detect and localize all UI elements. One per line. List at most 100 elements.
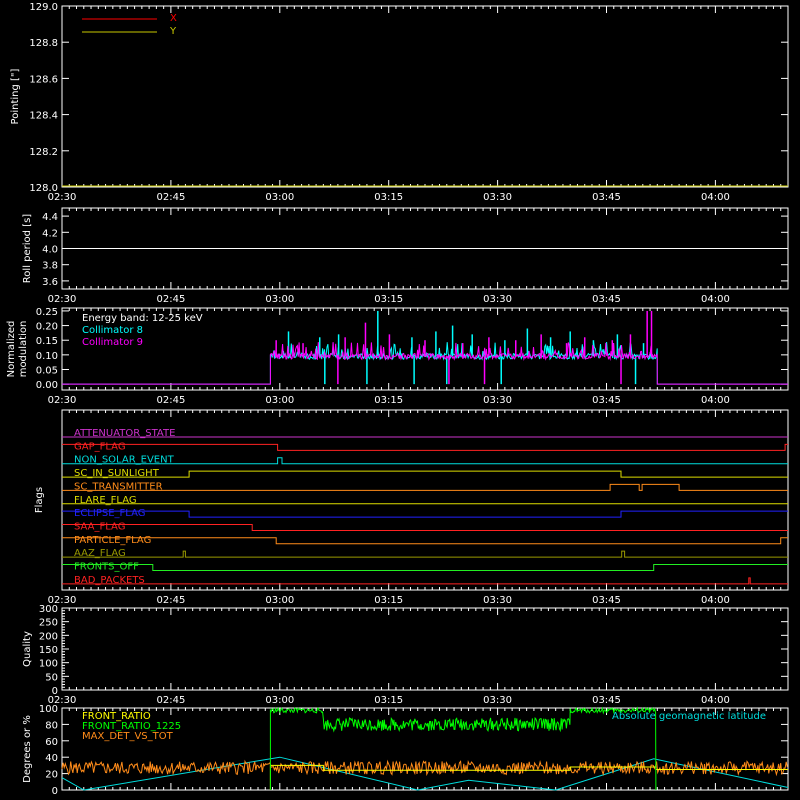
front-ratio-series	[269, 764, 788, 790]
flag-label: SC_TRANSMITTER	[74, 481, 163, 492]
roll-xtick-label: 04:00	[701, 294, 730, 305]
flag-line-particle_flag	[62, 537, 788, 545]
flag-line-aaz_flag	[62, 550, 788, 558]
flag-label: ECLIPSE_FLAG	[74, 508, 145, 519]
y-axis-label: Flags	[34, 487, 45, 513]
flag-label: ATTENUATOR_STATE	[74, 428, 175, 439]
modulation-xtick-label: 02:45	[156, 395, 185, 406]
pointing-ytick-label: 128.2	[29, 147, 58, 158]
y-axis-label: modulation	[18, 321, 29, 378]
modulation-xtick-label: 03:30	[483, 395, 512, 406]
flag-line-eclipse_flag	[62, 510, 788, 518]
modulation-ytick-label: 0.15	[36, 336, 58, 347]
flag-label: SC_IN_SUNLIGHT	[74, 468, 160, 479]
modulation-xtick-label: 03:00	[265, 395, 294, 406]
flag-label: FRONTS_OFF	[74, 562, 139, 573]
quality-ytick-label: 250	[39, 618, 58, 629]
flag-label: AAZ_FLAG	[74, 548, 126, 559]
pointing-xtick-label: 03:30	[483, 192, 512, 203]
flag-label: NON_SOLAR_EVENT	[74, 455, 175, 466]
y-axis-label: Quality	[22, 631, 33, 667]
modulation-xtick-label: 03:45	[592, 395, 621, 406]
pointing-ytick-label: 128.6	[29, 74, 58, 85]
modulation-xtick-label: 03:15	[374, 395, 403, 406]
ratios-ytick-label: 80	[45, 720, 58, 731]
hessi-observing-summary: 02:30 02:45 03:00 03:15 03:30 03:45 04:00 128.0…	[0, 0, 800, 800]
roll-xtick-label: 02:45	[156, 294, 185, 305]
roll-xtick-label: 03:00	[265, 294, 294, 305]
roll-xtick-label: 03:15	[374, 294, 403, 305]
flag-label: PARTICLE_FLAG	[74, 535, 151, 546]
front-ratio-1225-series	[269, 706, 657, 791]
pointing-ytick-label: 128.4	[29, 111, 58, 122]
quality-ytick-label: 50	[45, 672, 58, 683]
flags-xtick-label: 03:00	[265, 595, 294, 606]
quality-ytick-label: 300	[39, 604, 58, 615]
pointing-xtick-label: 02:45	[156, 192, 185, 203]
pointing-ytick-label: 128.0	[29, 183, 58, 194]
ratios-ytick-label: 100	[39, 704, 58, 715]
quality-xtick-label: 04:00	[701, 695, 730, 706]
flag-line-sc_in_sunlight	[62, 470, 788, 478]
modulation-ytick-label: 0.05	[36, 366, 58, 377]
observing-summary-chart: 02:30 02:45 03:00 03:15 03:30 03:45 04:00 128.0…	[6, 2, 789, 797]
roll-xtick-label: 02:30	[48, 294, 77, 305]
quality-xtick-label: 02:45	[156, 695, 185, 706]
pointing-xtick-label: 03:15	[374, 192, 403, 203]
quality-frame	[61, 607, 789, 691]
flags-xtick-label: 04:00	[701, 595, 730, 606]
roll-ytick-label: 4.2	[42, 228, 58, 239]
flag-label: FLARE_FLAG	[74, 495, 137, 506]
modulation-ytick-label: 0.10	[36, 351, 58, 362]
flag-line-saa_flag	[62, 524, 788, 531]
roll-ytick-label: 3.6	[42, 277, 58, 288]
flag-label: GAP_FLAG	[74, 441, 126, 452]
pointing-xtick-label: 04:00	[701, 192, 730, 203]
roll-xtick-label: 03:30	[483, 294, 512, 305]
flags-xtick-label: 03:15	[374, 595, 403, 606]
quality-xtick-label: 03:30	[483, 695, 512, 706]
roll-xtick-label: 03:45	[592, 294, 621, 305]
flag-line-sc_transmitter	[62, 483, 788, 491]
quality-xtick-label: 03:45	[592, 695, 621, 706]
flags-xtick-label: 03:30	[483, 595, 512, 606]
modulation-annotation: Energy band: 12-25 keV	[82, 313, 203, 324]
modulation-ytick-label: 0.20	[36, 322, 58, 333]
pointing-ytick-label: 128.8	[29, 38, 58, 49]
modulation-ytick-label: 0.25	[36, 307, 58, 318]
pointing-legend-label: X	[170, 13, 177, 24]
ratios-ytick-label: 40	[45, 753, 58, 764]
modulation-xtick-label: 02:30	[48, 395, 77, 406]
quality-ytick-label: 200	[39, 631, 58, 642]
flag-label: SAA_FLAG	[74, 521, 125, 532]
flag-line-gap_flag	[62, 443, 788, 451]
y-axis-label: Roll period [s]	[22, 214, 33, 283]
pointing-xtick-label: 03:00	[265, 192, 294, 203]
modulation-ytick-label: 0.00	[36, 380, 58, 391]
modulation-xtick-label: 04:00	[701, 395, 730, 406]
ratios-ytick-label: 60	[45, 737, 58, 748]
quality-ytick-label: 150	[39, 645, 58, 656]
flags-xtick-label: 02:45	[156, 595, 185, 606]
y-axis-label: Pointing ["]	[10, 68, 21, 124]
quality-ytick-label: 100	[39, 659, 58, 670]
modulation-legend-label: Collimator 9	[82, 337, 143, 348]
ratios-legend-label: MAX_DET_VS_TOT	[82, 731, 174, 742]
quality-xtick-label: 03:00	[265, 695, 294, 706]
flags-xtick-label: 03:45	[592, 595, 621, 606]
roll-ytick-label: 4.4	[42, 212, 58, 223]
roll-ytick-label: 3.8	[42, 261, 58, 272]
ratios-ytick-label: 0	[52, 786, 58, 797]
roll-ytick-label: 4.0	[42, 245, 58, 256]
modulation-legend-label: Collimator 8	[82, 325, 143, 336]
geomagnetic-latitude-legend: Absolute geomagnetic latitude	[612, 711, 766, 722]
quality-ytick-label: 0	[52, 686, 58, 697]
y-axis-label: Degrees or %	[22, 715, 33, 783]
pointing-ytick-label: 129.0	[29, 2, 58, 13]
ratios-ytick-label: 20	[45, 770, 58, 781]
y-axis-label: Normalized	[6, 321, 17, 378]
max-det-vs-tot-series	[61, 759, 788, 777]
pointing-xtick-label: 03:45	[592, 192, 621, 203]
flag-label: BAD_PACKETS	[74, 575, 145, 586]
quality-xtick-label: 03:15	[374, 695, 403, 706]
